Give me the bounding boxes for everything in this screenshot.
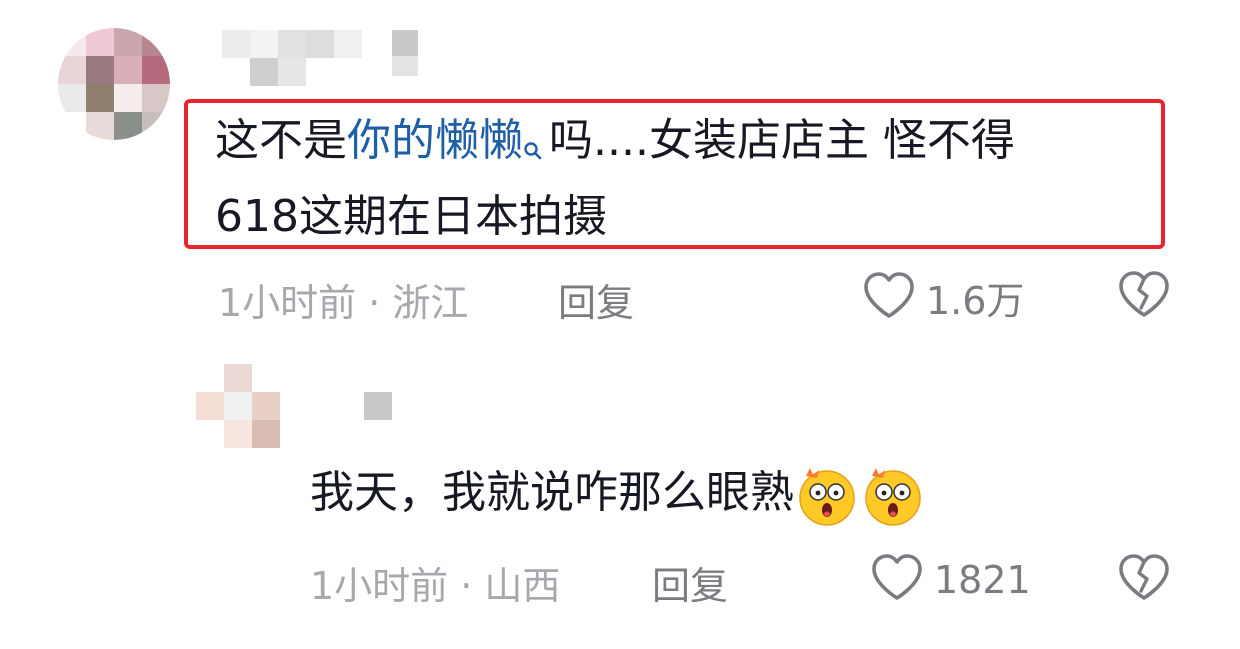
comment-text-part: 吗....女装店店主 怪不得 xyxy=(549,115,1015,166)
comment-text: 我天，我就说咋那么眼熟 xyxy=(310,462,926,528)
like-count: 1.6万 xyxy=(926,279,1025,323)
like-button[interactable]: 1.6万 xyxy=(862,270,1024,325)
like-button[interactable]: 1821 xyxy=(870,553,1031,607)
username xyxy=(250,58,306,86)
reply-button[interactable]: 回复 xyxy=(558,272,634,327)
astonished-face-emoji xyxy=(794,462,860,528)
time-location: 1小时前 · 浙江 xyxy=(218,281,469,325)
comment-text-part: 我天，我就说咋那么眼熟 xyxy=(310,467,794,518)
search-link[interactable]: 你的懒懒 xyxy=(347,115,523,166)
avatar[interactable] xyxy=(58,28,170,140)
comment-text-part: 这不是 xyxy=(215,115,347,166)
broken-heart-icon[interactable] xyxy=(1117,553,1171,607)
avatar[interactable] xyxy=(196,364,280,448)
heart-outline-icon[interactable] xyxy=(870,553,924,607)
like-count: 1821 xyxy=(934,558,1031,602)
reply-button[interactable]: 回复 xyxy=(652,555,728,610)
time-location: 1小时前 · 山西 xyxy=(310,564,561,608)
comment-text-line: 618这期在日本拍摄 xyxy=(215,191,607,242)
username[interactable] xyxy=(222,30,362,58)
comment-text: 这不是你的懒懒 吗....女装店店主 怪不得 xyxy=(215,110,1015,172)
user-badge xyxy=(392,56,418,76)
astonished-face-emoji xyxy=(860,462,926,528)
heart-outline-icon[interactable] xyxy=(862,271,916,325)
broken-heart-icon[interactable] xyxy=(1117,270,1171,324)
search-icon[interactable] xyxy=(523,116,543,160)
username[interactable] xyxy=(364,392,392,420)
user-badge xyxy=(392,30,418,56)
